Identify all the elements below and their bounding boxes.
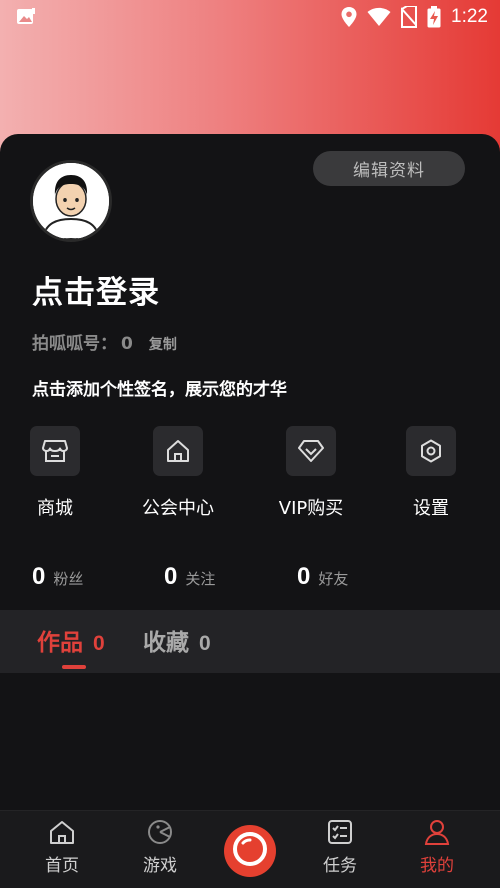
feature-label: 公会中心	[142, 498, 214, 519]
nav-home[interactable]: 首页	[22, 819, 102, 876]
nav-label: 游戏	[143, 856, 177, 876]
signature-text[interactable]: 点击添加个性签名，展示您的才华	[32, 375, 287, 400]
bottom-navigation: 首页 游戏 任务 我的	[0, 810, 500, 888]
status-bar: 1:22	[0, 0, 500, 34]
stats-row: 0 粉丝 0 关注 0 好友	[0, 563, 500, 603]
nav-label: 任务	[323, 856, 357, 876]
record-button[interactable]	[224, 825, 276, 877]
user-icon	[424, 819, 450, 849]
no-sim-icon	[401, 6, 418, 28]
status-time: 1:22	[451, 6, 488, 27]
stat-value: 0	[164, 563, 178, 590]
home-icon	[49, 819, 75, 849]
feature-store[interactable]: 商城	[0, 426, 110, 520]
nav-label: 我的	[420, 856, 454, 876]
tab-favorites[interactable]: 收藏 0	[143, 623, 211, 657]
feature-label: 商城	[37, 498, 73, 519]
avatar[interactable]	[30, 160, 112, 242]
record-icon	[230, 829, 270, 873]
feature-label: VIP购买	[278, 498, 344, 519]
tab-label: 收藏	[143, 630, 189, 656]
nav-tasks[interactable]: 任务	[300, 819, 380, 876]
battery-charging-icon	[427, 6, 441, 28]
tab-works[interactable]: 作品 0	[37, 623, 105, 657]
feature-guild-center[interactable]: 公会中心	[123, 426, 233, 520]
gear-icon	[406, 426, 456, 476]
stat-value: 0	[297, 563, 311, 590]
nav-me[interactable]: 我的	[397, 819, 477, 876]
nav-games[interactable]: 游戏	[120, 819, 200, 876]
location-icon	[341, 7, 357, 27]
gallery-notification-icon	[16, 8, 36, 26]
feature-grid: 商城 公会中心 VIP购买 设置	[0, 426, 500, 526]
stat-fans[interactable]: 0 粉丝	[32, 563, 83, 591]
active-tab-indicator	[62, 665, 86, 669]
store-icon	[30, 426, 80, 476]
feature-vip-purchase[interactable]: VIP购买	[256, 426, 366, 520]
home-icon	[153, 426, 203, 476]
stat-value: 0	[32, 563, 46, 590]
tab-label: 作品	[37, 630, 83, 656]
stat-friends[interactable]: 0 好友	[297, 563, 348, 591]
stat-following[interactable]: 0 关注	[164, 563, 215, 591]
wifi-icon	[367, 7, 391, 27]
account-id-row: 拍呱呱号： 0 复制	[32, 329, 177, 354]
nav-label: 首页	[45, 856, 79, 876]
task-list-icon	[327, 819, 353, 849]
diamond-icon	[286, 426, 336, 476]
stat-label: 好友	[318, 570, 349, 588]
edit-profile-button[interactable]: 编辑资料	[313, 151, 465, 186]
account-id-value: 0	[121, 334, 133, 354]
tab-count: 0	[199, 632, 211, 655]
feature-label: 设置	[413, 498, 449, 519]
game-icon	[147, 819, 173, 849]
stat-label: 关注	[185, 570, 216, 588]
feature-settings[interactable]: 设置	[376, 426, 486, 520]
login-title[interactable]: 点击登录	[32, 267, 160, 312]
tab-count: 0	[93, 632, 105, 655]
copy-button[interactable]: 复制	[149, 334, 177, 354]
content-tabs: 作品 0 收藏 0	[0, 610, 500, 673]
stat-label: 粉丝	[53, 570, 84, 588]
profile-card: 编辑资料 点击登录 拍呱呱号： 0 复制 点击添加个性签名，展示您的才华 商城 …	[0, 134, 500, 888]
account-id-label: 拍呱呱号：	[32, 334, 117, 354]
